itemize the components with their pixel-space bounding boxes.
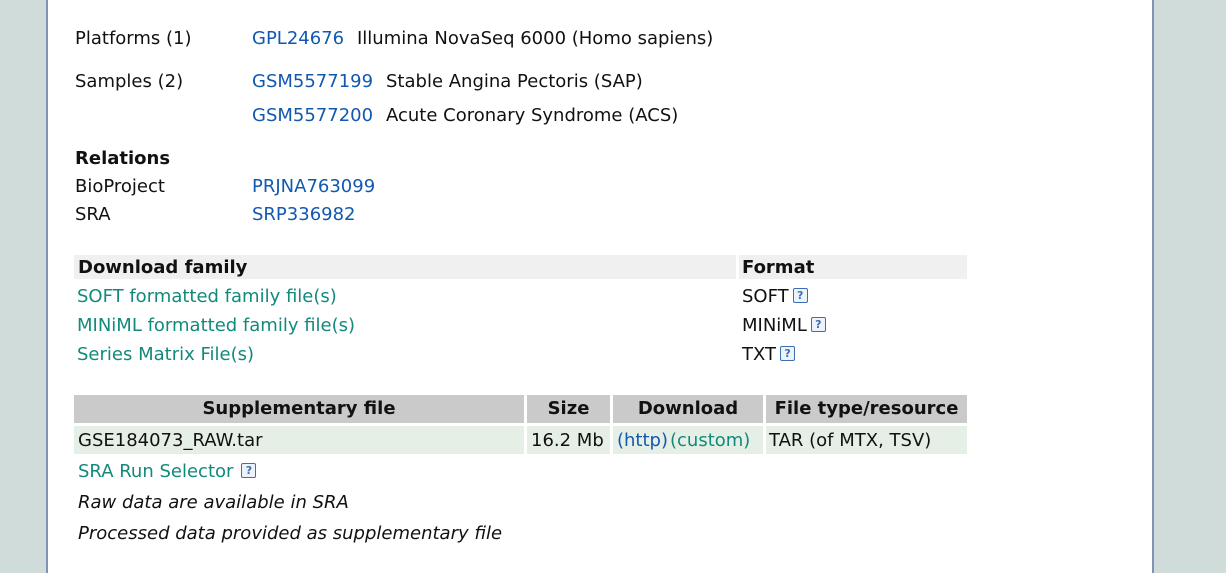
sample-description: Acute Coronary Syndrome (ACS) [386, 105, 679, 126]
help-icon[interactable]: ? [810, 317, 826, 332]
sample-link-gsm5577199[interactable]: GSM5577199 [252, 71, 373, 93]
relations-heading: Relations [75, 148, 171, 169]
format-soft: SOFT [742, 286, 789, 307]
platforms-label: Platforms (1) [75, 28, 192, 49]
sra-label: SRA [75, 204, 111, 225]
format-cell: MINiML? [742, 315, 826, 337]
supp-header-download: Download [637, 398, 739, 419]
format-header: Format [742, 257, 815, 278]
download-http-link[interactable]: (http) [617, 430, 668, 452]
supp-file-size: 16.2 Mb [531, 430, 604, 451]
sample-description: Stable Angina Pectoris (SAP) [386, 71, 643, 92]
soft-family-file-link[interactable]: SOFT formatted family file(s) [77, 286, 337, 308]
processed-data-note: Processed data provided as supplementary… [78, 523, 503, 544]
platform-description: Illumina NovaSeq 6000 (Homo sapiens) [357, 28, 714, 49]
help-icon[interactable]: ? [780, 346, 796, 361]
series-matrix-file-link[interactable]: Series Matrix File(s) [77, 344, 254, 366]
help-icon[interactable]: ? [792, 288, 808, 303]
bioproject-link[interactable]: PRJNA763099 [252, 176, 375, 198]
sra-link[interactable]: SRP336982 [252, 204, 356, 226]
platform-link-gpl24676[interactable]: GPL24676 [252, 28, 344, 50]
download-custom-link[interactable]: (custom) [670, 430, 750, 452]
supp-header-file: Supplementary file [202, 398, 396, 419]
samples-label: Samples (2) [75, 71, 184, 92]
sra-run-selector-row: SRA Run Selector? [78, 461, 257, 483]
miniml-family-file-link[interactable]: MINiML formatted family file(s) [77, 315, 355, 337]
help-icon[interactable]: ? [241, 463, 257, 478]
bioproject-label: BioProject [75, 176, 165, 197]
supp-file-type: TAR (of MTX, TSV) [769, 430, 932, 451]
format-cell: TXT? [742, 344, 796, 366]
sample-link-gsm5577200[interactable]: GSM5577200 [252, 105, 373, 127]
raw-data-note: Raw data are available in SRA [78, 492, 349, 513]
format-miniml: MINiML [742, 315, 807, 336]
format-txt: TXT [742, 344, 777, 365]
sra-run-selector-link[interactable]: SRA Run Selector [78, 461, 233, 482]
supp-header-filetype: File type/resource [774, 398, 959, 419]
supp-file-name: GSE184073_RAW.tar [78, 430, 263, 451]
format-cell: SOFT? [742, 286, 808, 308]
supp-header-size: Size [547, 398, 590, 419]
download-family-header: Download family [78, 257, 248, 278]
